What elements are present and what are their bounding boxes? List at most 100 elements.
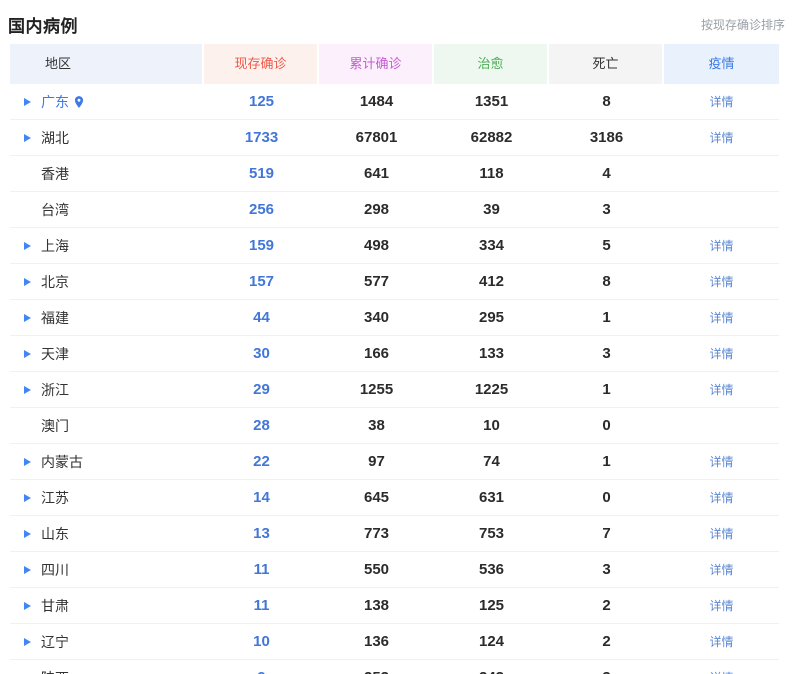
region-name: 澳门 [41,416,69,436]
cured-value: 536 [434,561,549,578]
table-row[interactable]: 天津 30 166 133 3 详情 [10,336,779,372]
cases-table: 地区 现存确诊 累计确诊 治愈 死亡 疫情 广东 125 1484 1351 8… [10,44,779,674]
existing-confirmed-value: 519 [204,165,319,182]
existing-confirmed-value: 256 [204,201,319,218]
cumulative-confirmed-value: 577 [319,273,434,290]
existing-confirmed-value: 1733 [204,129,319,146]
table-row[interactable]: 内蒙古 22 97 74 1 详情 [10,444,779,480]
expand-arrow-icon[interactable] [24,350,31,358]
table-row: 台湾 256 298 39 3 [10,192,779,228]
table-header-row: 地区 现存确诊 累计确诊 治愈 死亡 疫情 [10,44,779,84]
region-name: 台湾 [41,200,69,220]
table-row[interactable]: 北京 157 577 412 8 详情 [10,264,779,300]
table-row[interactable]: 辽宁 10 136 124 2 详情 [10,624,779,660]
cumulative-confirmed-value: 550 [319,561,434,578]
cured-value: 133 [434,345,549,362]
deaths-value: 0 [549,489,664,506]
deaths-value: 4 [549,165,664,182]
existing-confirmed-value: 29 [204,381,319,398]
table-row[interactable]: 湖北 1733 67801 62882 3186 详情 [10,120,779,156]
cured-value: 10 [434,417,549,434]
detail-link[interactable]: 详情 [709,347,733,361]
expand-arrow-icon[interactable] [24,278,31,286]
detail-link[interactable]: 详情 [709,239,733,253]
detail-link[interactable]: 详情 [709,671,733,674]
table-row[interactable]: 上海 159 498 334 5 详情 [10,228,779,264]
cured-value: 631 [434,489,549,506]
expand-arrow-icon[interactable] [24,314,31,322]
region-cell: 上海 [10,236,204,256]
cumulative-confirmed-value: 136 [319,633,434,650]
region-cell: 北京 [10,272,204,292]
table-row[interactable]: 山东 13 773 753 7 详情 [10,516,779,552]
cumulative-confirmed-value: 498 [319,237,434,254]
detail-link[interactable]: 详情 [709,311,733,325]
detail-link[interactable]: 详情 [709,131,733,145]
region-name: 福建 [41,308,69,328]
expand-arrow-icon[interactable] [24,134,31,142]
expand-arrow-icon[interactable] [24,242,31,250]
region-cell: 天津 [10,344,204,364]
expand-arrow-icon[interactable] [24,458,31,466]
detail-link[interactable]: 详情 [709,383,733,397]
epidemic-cell: 详情 [664,93,779,111]
region-cell: 山东 [10,524,204,544]
detail-link[interactable]: 详情 [709,455,733,469]
epidemic-cell: 详情 [664,273,779,291]
existing-confirmed-value: 11 [204,561,319,578]
table-row[interactable]: 陕西 9 253 243 3 详情 [10,660,779,674]
expand-arrow-icon[interactable] [24,494,31,502]
expand-arrow-icon[interactable] [24,566,31,574]
detail-link[interactable]: 详情 [709,563,733,577]
epidemic-cell: 详情 [664,525,779,543]
cured-value: 753 [434,525,549,542]
detail-link[interactable]: 详情 [709,95,733,109]
epidemic-cell: 详情 [664,561,779,579]
expand-arrow-icon[interactable] [24,98,31,106]
table-row[interactable]: 福建 44 340 295 1 详情 [10,300,779,336]
column-header-region: 地区 [10,44,204,84]
cumulative-confirmed-value: 166 [319,345,434,362]
region-name: 浙江 [41,380,69,400]
region-cell: 湖北 [10,128,204,148]
expand-arrow-icon[interactable] [24,602,31,610]
epidemic-cell: 详情 [664,453,779,471]
expand-arrow-icon[interactable] [24,530,31,538]
detail-link[interactable]: 详情 [709,491,733,505]
epidemic-cell: 详情 [664,633,779,651]
region-name: 辽宁 [41,632,69,652]
table-row[interactable]: 甘肃 11 138 125 2 详情 [10,588,779,624]
table-row[interactable]: 四川 11 550 536 3 详情 [10,552,779,588]
epidemic-cell: 详情 [664,669,779,674]
table-row[interactable]: 浙江 29 1255 1225 1 详情 [10,372,779,408]
region-name: 四川 [41,560,69,580]
region-name: 陕西 [41,668,69,674]
sort-order-label: 按现存确诊排序 [701,16,787,33]
cured-value: 125 [434,597,549,614]
deaths-value: 3 [549,201,664,218]
detail-link[interactable]: 详情 [709,635,733,649]
table-row[interactable]: 江苏 14 645 631 0 详情 [10,480,779,516]
detail-link[interactable]: 详情 [709,599,733,613]
existing-confirmed-value: 125 [204,93,319,110]
cured-value: 243 [434,669,549,674]
region-name: 北京 [41,272,69,292]
detail-link[interactable]: 详情 [709,275,733,289]
region-cell: 澳门 [10,416,204,436]
region-cell: 四川 [10,560,204,580]
cumulative-confirmed-value: 1484 [319,93,434,110]
expand-arrow-icon[interactable] [24,386,31,394]
cumulative-confirmed-value: 67801 [319,129,434,146]
detail-link[interactable]: 详情 [709,527,733,541]
region-name: 江苏 [41,488,69,508]
cumulative-confirmed-value: 1255 [319,381,434,398]
epidemic-cell: 详情 [664,489,779,507]
expand-arrow-icon[interactable] [24,638,31,646]
table-row[interactable]: 广东 125 1484 1351 8 详情 [10,84,779,120]
cured-value: 1225 [434,381,549,398]
region-cell: 江苏 [10,488,204,508]
column-header-cumulative-confirmed: 累计确诊 [319,44,434,84]
cumulative-confirmed-value: 641 [319,165,434,182]
region-cell: 香港 [10,164,204,184]
epidemic-cell: 详情 [664,381,779,399]
